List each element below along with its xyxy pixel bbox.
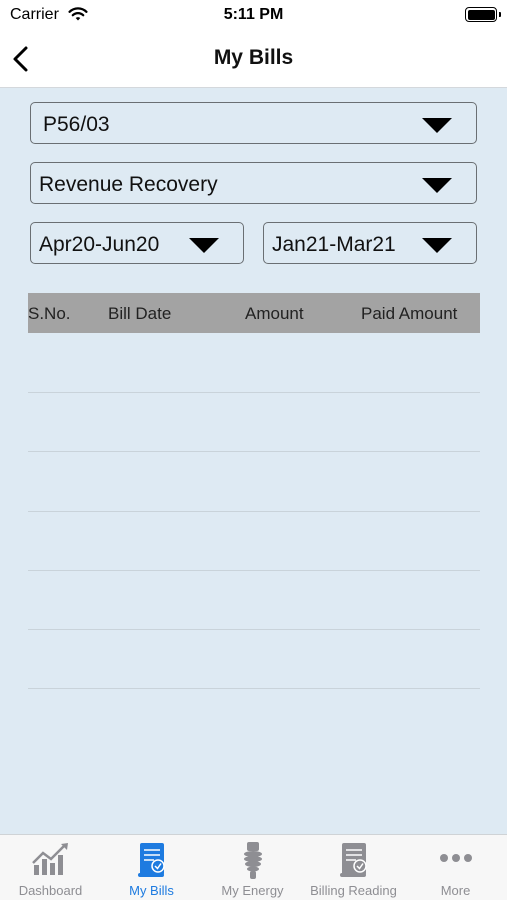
chart-icon (31, 841, 71, 882)
dropdown-arrow-icon (422, 238, 452, 253)
row-divider (28, 511, 480, 512)
tab-label: Dashboard (18, 883, 83, 898)
row-divider (28, 570, 480, 571)
status-bar: Carrier 5:11 PM (0, 0, 507, 32)
bills-content: P56/03 Revenue Recovery Apr20-Jun20 Jan2… (0, 88, 507, 834)
column-header-paid-amount: Paid Amount (361, 304, 458, 323)
to-period-value: Jan21-Mar21 (272, 233, 396, 256)
battery-icon (465, 7, 501, 22)
row-divider (28, 392, 480, 393)
bulb-icon (238, 841, 268, 886)
more-icon (438, 851, 474, 869)
tab-bar: Dashboard My Bills My Energy Billing Rea… (0, 834, 507, 900)
tab-more[interactable]: More (404, 835, 507, 900)
row-divider (28, 451, 480, 452)
account-dropdown[interactable]: P56/03 (30, 102, 477, 144)
tab-billing-reading[interactable]: Billing Reading (303, 835, 404, 900)
bill-type-dropdown[interactable]: Revenue Recovery (30, 162, 477, 204)
tab-label: My Energy (221, 883, 284, 898)
dropdown-arrow-icon (422, 118, 452, 133)
from-period-dropdown[interactable]: Apr20-Jun20 (30, 222, 244, 264)
bill-type-value: Revenue Recovery (39, 173, 218, 196)
column-header-bill-date: Bill Date (108, 304, 172, 323)
column-header-sno: S.No. (28, 304, 71, 323)
bill-icon (132, 841, 172, 884)
dropdown-arrow-icon (422, 178, 452, 193)
reading-icon (334, 841, 374, 884)
tab-label: Billing Reading (310, 883, 397, 898)
row-divider (28, 629, 480, 630)
column-header-amount: Amount (245, 304, 304, 323)
tab-label: More (440, 883, 471, 898)
account-value: P56/03 (43, 113, 110, 136)
to-period-dropdown[interactable]: Jan21-Mar21 (263, 222, 477, 264)
tab-my-bills[interactable]: My Bills (101, 835, 202, 900)
dropdown-arrow-icon (189, 238, 219, 253)
bills-table-header: S.No. Bill Date Amount Paid Amount (28, 293, 480, 333)
navigation-bar: My Bills (0, 32, 507, 88)
tab-dashboard[interactable]: Dashboard (0, 835, 101, 900)
row-divider (28, 688, 480, 689)
page-title: My Bills (213, 46, 294, 69)
tab-my-energy[interactable]: My Energy (202, 835, 303, 900)
clock: 5:11 PM (223, 6, 284, 23)
from-period-value: Apr20-Jun20 (39, 233, 160, 256)
tab-label: My Bills (129, 883, 174, 898)
